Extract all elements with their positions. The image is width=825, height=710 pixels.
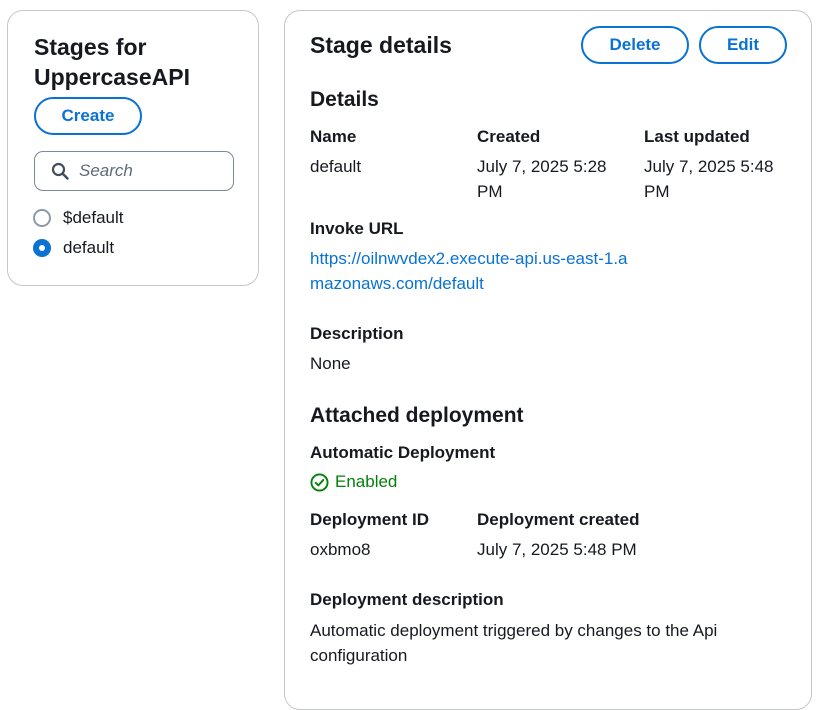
- stage-option-label: $default: [63, 208, 124, 227]
- invoke-url-link[interactable]: https://oilnwvdex2.execute-api.us-east-1…: [310, 246, 635, 296]
- check-circle-icon: [310, 472, 329, 492]
- stage-radio[interactable]: [33, 209, 51, 227]
- automatic-deployment-label: Automatic Deployment: [310, 443, 496, 462]
- deployment-created-value: July 7, 2025 5:48 PM: [477, 540, 637, 559]
- automatic-deployment-status: Enabled: [310, 472, 397, 492]
- description-value: None: [310, 354, 351, 373]
- stage-details-panel: Stage details Delete Edit Details Name d…: [284, 10, 812, 710]
- stage-option-default[interactable]: default: [33, 238, 114, 258]
- delete-button[interactable]: Delete: [581, 26, 689, 64]
- details-heading: Details: [310, 88, 379, 111]
- description-label: Description: [310, 324, 404, 343]
- stage-search-field[interactable]: [34, 151, 234, 191]
- name-label: Name: [310, 127, 357, 146]
- stages-panel: Stages for UppercaseAPI Create $default …: [7, 10, 259, 286]
- search-input[interactable]: [79, 161, 219, 181]
- deployment-id-value: oxbmo8: [310, 540, 371, 559]
- status-text: Enabled: [335, 472, 398, 491]
- deployment-description-label: Deployment description: [310, 590, 504, 609]
- stage-option-label: default: [63, 238, 115, 257]
- name-value: default: [310, 157, 362, 176]
- stage-details-title: Stage details: [310, 32, 452, 58]
- last-updated-label: Last updated: [644, 127, 750, 146]
- stages-panel-title: Stages for UppercaseAPI: [34, 34, 190, 90]
- created-label: Created: [477, 127, 541, 146]
- deployment-description-value: Automatic deployment triggered by change…: [310, 621, 718, 665]
- deployment-id-label: Deployment ID: [310, 510, 430, 529]
- attached-deployment-heading: Attached deployment: [310, 404, 524, 427]
- create-stage-button[interactable]: Create: [34, 97, 142, 135]
- edit-button[interactable]: Edit: [699, 26, 787, 64]
- last-updated-value: July 7, 2025 5:48 PM: [644, 157, 774, 201]
- created-value: July 7, 2025 5:28 PM: [477, 157, 607, 201]
- stage-radio-selected[interactable]: [33, 239, 51, 257]
- stage-option-dollar-default[interactable]: $default: [33, 208, 124, 228]
- deployment-created-label: Deployment created: [477, 510, 640, 529]
- invoke-url-label: Invoke URL: [310, 219, 404, 238]
- search-icon: [51, 162, 69, 180]
